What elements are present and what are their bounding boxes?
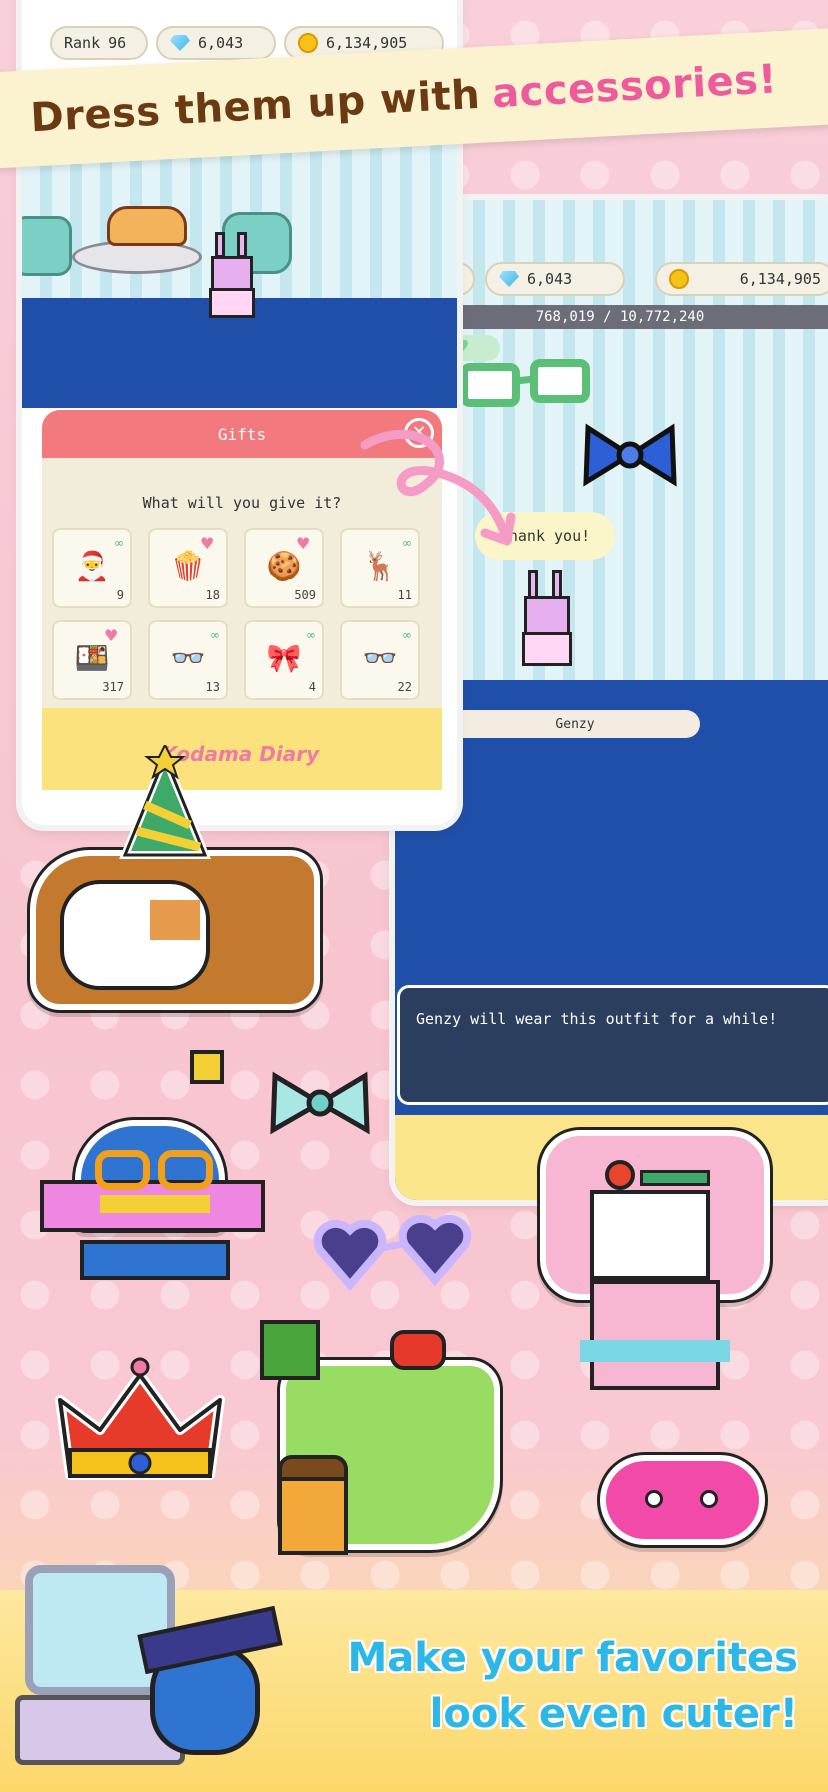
gift-item[interactable]: ∞ 🎀 4 xyxy=(244,620,324,700)
gems-pill: 6,043 xyxy=(485,262,625,296)
gems-value: 6,043 xyxy=(527,270,573,288)
pink-glasses-icon: 👓 xyxy=(170,641,206,675)
gift-item[interactable]: ♥ 🍪 509 xyxy=(244,528,324,608)
rabbit-pet-sprite xyxy=(207,232,257,322)
rank-pill: Rank 96 xyxy=(50,26,148,60)
burger-plate xyxy=(107,206,187,246)
pink-girl-sticker xyxy=(520,1100,800,1430)
cookies-icon: 🍪 xyxy=(266,549,302,583)
gift-item[interactable]: ∞ 👓 13 xyxy=(148,620,228,700)
gift-item[interactable]: ♥ 🍿 18 xyxy=(148,528,228,608)
gift-item[interactable]: ♥ 🍱 317 xyxy=(52,620,132,700)
xp-bar: 768,019 / 10,772,240 xyxy=(395,305,828,329)
footer-line-1: Make your favorites xyxy=(347,1635,798,1681)
coins-pill: 6,134,905 xyxy=(655,262,828,296)
diner-chair-left xyxy=(22,216,72,276)
footer-line-2: look even cuter! xyxy=(429,1691,798,1737)
santa-hat-icon: 🎅 xyxy=(74,549,110,583)
heart-sunglasses-icon xyxy=(313,1215,472,1292)
green-creature-sticker xyxy=(260,1320,540,1570)
gift-count: 317 xyxy=(102,680,124,694)
coins-value: 6,134,905 xyxy=(739,270,821,288)
pet-name-bar: Genzy xyxy=(450,710,700,738)
popcorn-icon: 🍿 xyxy=(170,549,206,583)
rabbit-pet-sprite xyxy=(520,570,575,670)
banner-highlight: accessories! xyxy=(490,56,779,118)
xp-text: 768,019 / 10,772,240 xyxy=(535,309,705,325)
footer-tagline: Make your favorites look even cuter! xyxy=(347,1630,798,1742)
gift-count: 11 xyxy=(397,588,412,602)
banner-prefix: Dress them up with xyxy=(29,71,482,142)
glasses-tag-icon: ∞ xyxy=(114,536,124,550)
pink-arrow-icon xyxy=(360,430,516,546)
party-hat-icon xyxy=(119,745,211,859)
round-glasses-icon: 👓 xyxy=(362,641,398,675)
gifts-title: Gifts xyxy=(217,424,267,444)
green-glasses-icon xyxy=(460,359,590,407)
coin-icon xyxy=(669,269,689,289)
coin-icon xyxy=(298,33,318,53)
gift-item[interactable]: ∞ 👓 22 xyxy=(340,620,420,700)
gems-value: 6,043 xyxy=(198,34,244,52)
glasses-tag-icon: ∞ xyxy=(402,628,412,642)
rank-label: Rank xyxy=(64,34,101,52)
coins-value: 6,134,905 xyxy=(326,34,408,52)
gem-icon xyxy=(499,271,519,287)
blue-creature-sticker xyxy=(40,1050,270,1280)
blue-bow-icon xyxy=(583,423,677,487)
gift-count: 18 xyxy=(205,588,220,602)
teal-bow-icon xyxy=(270,1071,370,1135)
bow-tie-icon: 🎀 xyxy=(266,641,302,675)
bento-icon: 🍱 xyxy=(74,641,110,675)
pink-slime-sticker xyxy=(600,1455,770,1550)
gift-count: 13 xyxy=(205,680,220,694)
pet-name: Genzy xyxy=(555,716,595,732)
crown-icon xyxy=(55,1357,225,1480)
glasses-tag-icon: ∞ xyxy=(306,628,316,642)
vanity-mirror-mascot xyxy=(15,1555,283,1775)
rank-value: 96 xyxy=(108,34,127,52)
gift-count: 22 xyxy=(397,680,412,694)
right-phone-screenshot: 96 6,043 6,134,905 768,019 / 10,772,240 … xyxy=(395,200,828,1200)
gems-pill: 6,043 xyxy=(156,26,276,60)
gift-count: 509 xyxy=(294,588,316,602)
dialog-box[interactable]: Genzy will wear this outfit for a while! xyxy=(397,985,828,1105)
gift-count: 4 xyxy=(308,680,316,694)
glasses-tag-icon: ∞ xyxy=(210,628,220,642)
dialog-text: Genzy will wear this outfit for a while! xyxy=(416,1010,778,1028)
gift-count: 9 xyxy=(116,588,124,602)
gem-icon xyxy=(170,35,190,51)
gift-item[interactable]: ∞ 🎅 9 xyxy=(52,528,132,608)
